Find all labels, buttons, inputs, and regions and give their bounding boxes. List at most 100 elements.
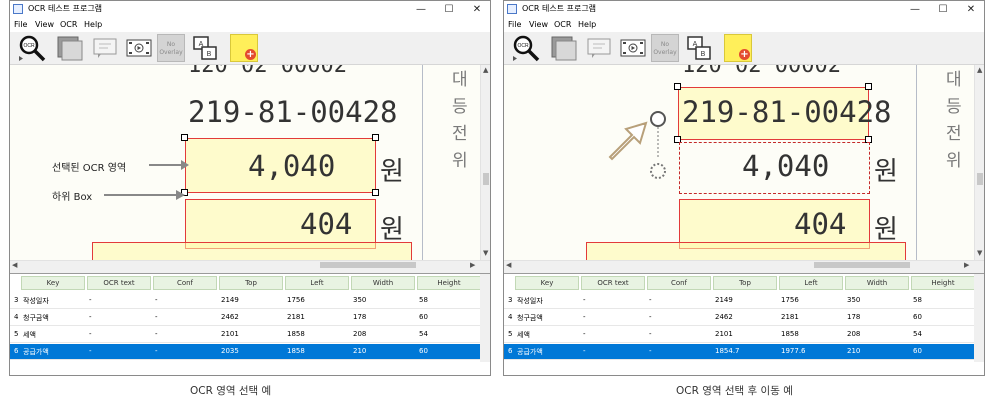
menu-file[interactable]: File — [508, 20, 521, 29]
vertical-scrollbar[interactable]: ▲ ▼ — [480, 65, 490, 269]
cell-key[interactable]: 청구금액 — [517, 313, 543, 323]
horizontal-scrollbar[interactable]: ◀ ▶ — [10, 260, 490, 269]
resize-handle[interactable] — [181, 134, 188, 141]
add-note-icon[interactable]: + — [230, 34, 258, 62]
menu-file[interactable]: File — [14, 20, 27, 29]
cell-left[interactable]: 1756 — [781, 296, 799, 304]
scroll-thumb[interactable] — [320, 262, 416, 268]
column-header-ocr-text[interactable]: OCR text — [581, 276, 645, 290]
cell-top[interactable]: 2462 — [715, 313, 733, 321]
scroll-left-icon[interactable]: ◀ — [506, 261, 511, 269]
vertical-scrollbar[interactable]: ▲ ▼ — [974, 65, 984, 269]
table-row[interactable]: 3 작성일자 - - 2149 1756 350 58 — [10, 293, 490, 309]
cell-key[interactable]: 세액 — [517, 330, 530, 340]
resize-handle[interactable] — [372, 189, 379, 196]
table-row[interactable]: 3 작성일자 - - 2149 1756 350 58 — [504, 293, 984, 309]
column-header-height[interactable]: Height — [417, 276, 481, 290]
scroll-right-icon[interactable]: ▶ — [964, 261, 969, 269]
column-header-top[interactable]: Top — [713, 276, 777, 290]
cell-conf[interactable]: - — [649, 296, 652, 304]
column-header-conf[interactable]: Conf — [647, 276, 711, 290]
scroll-thumb[interactable] — [483, 173, 489, 185]
column-header-height[interactable]: Height — [911, 276, 975, 290]
cell-left[interactable]: 1858 — [287, 330, 305, 338]
cell-conf[interactable]: - — [155, 347, 158, 355]
cell-top[interactable]: 2149 — [715, 296, 733, 304]
document-image-view[interactable]: 120 02 00002 219-81-00428 대 등 전 위 4,040 … — [10, 65, 490, 269]
cell-height[interactable]: 60 — [419, 347, 428, 355]
cell-top[interactable]: 1854.7 — [715, 347, 740, 355]
cell-ocr-text[interactable]: - — [89, 330, 92, 338]
cell-width[interactable]: 178 — [847, 313, 860, 321]
cell-width[interactable]: 210 — [847, 347, 860, 355]
cell-conf[interactable]: - — [155, 296, 158, 304]
menu-ocr[interactable]: OCR — [554, 20, 571, 29]
cell-ocr-text[interactable]: - — [583, 296, 586, 304]
compare-icon[interactable]: A B — [685, 34, 713, 62]
cell-ocr-text[interactable]: - — [583, 347, 586, 355]
cell-width[interactable]: 208 — [847, 330, 860, 338]
cell-height[interactable]: 60 — [913, 313, 922, 321]
menu-view[interactable]: View — [35, 20, 54, 29]
cell-key[interactable]: 작성일자 — [23, 296, 49, 306]
scroll-thumb[interactable] — [814, 262, 910, 268]
cell-key[interactable]: 공급가액 — [23, 347, 49, 357]
cell-height[interactable]: 58 — [419, 296, 428, 304]
region-select-icon[interactable] — [56, 34, 84, 62]
cell-left[interactable]: 2181 — [781, 313, 799, 321]
cell-ocr-text[interactable]: - — [89, 313, 92, 321]
table-row[interactable]: 4 청구금액 - - 2462 2181 178 60 — [504, 310, 984, 326]
add-note-icon[interactable]: + — [724, 34, 752, 62]
cell-width[interactable]: 350 — [847, 296, 860, 304]
menu-help[interactable]: Help — [84, 20, 102, 29]
close-button[interactable]: ✕ — [463, 1, 490, 19]
cell-left[interactable]: 1977.6 — [781, 347, 806, 355]
cell-conf[interactable]: - — [649, 330, 652, 338]
cell-width[interactable]: 350 — [353, 296, 366, 304]
cell-conf[interactable]: - — [649, 313, 652, 321]
column-header-key[interactable]: Key — [515, 276, 579, 290]
cell-top[interactable]: 2101 — [221, 330, 239, 338]
cell-top[interactable]: 2101 — [715, 330, 733, 338]
cell-left[interactable]: 2181 — [287, 313, 305, 321]
cell-conf[interactable]: - — [649, 347, 652, 355]
minimize-button[interactable]: — — [407, 1, 435, 19]
scroll-up-icon[interactable]: ▲ — [483, 66, 488, 74]
scroll-thumb[interactable] — [977, 173, 983, 185]
no-overlay-icon[interactable]: No Overlay — [651, 34, 679, 62]
table-row-selected[interactable]: 6 공급가액 - - 1854.7 1977.6 210 60 — [504, 344, 984, 360]
scroll-down-icon[interactable]: ▼ — [977, 249, 982, 257]
column-header-left[interactable]: Left — [779, 276, 843, 290]
cell-left[interactable]: 1858 — [287, 347, 305, 355]
cell-key[interactable]: 청구금액 — [23, 313, 49, 323]
no-overlay-icon[interactable]: No Overlay — [157, 34, 185, 62]
column-header-width[interactable]: Width — [845, 276, 909, 290]
cell-height[interactable]: 60 — [419, 313, 428, 321]
cell-width[interactable]: 178 — [353, 313, 366, 321]
table-row[interactable]: 4 청구금액 - - 2462 2181 178 60 — [10, 310, 490, 326]
resize-handle[interactable] — [372, 134, 379, 141]
column-header-top[interactable]: Top — [219, 276, 283, 290]
cell-height[interactable]: 54 — [419, 330, 428, 338]
minimize-button[interactable]: — — [901, 1, 929, 19]
table-row[interactable]: 5 세액 - - 2101 1858 208 54 — [504, 327, 984, 343]
scroll-right-icon[interactable]: ▶ — [470, 261, 475, 269]
cell-left[interactable]: 1858 — [781, 330, 799, 338]
ocr-search-icon[interactable]: OCR — [512, 34, 540, 62]
text-view-icon[interactable] — [586, 34, 614, 62]
cell-ocr-text[interactable]: - — [583, 313, 586, 321]
cell-width[interactable]: 208 — [353, 330, 366, 338]
table-row[interactable]: 5 세액 - - 2101 1858 208 54 — [10, 327, 490, 343]
column-header-ocr-text[interactable]: OCR text — [87, 276, 151, 290]
cell-width[interactable]: 210 — [353, 347, 366, 355]
column-header-key[interactable]: Key — [21, 276, 85, 290]
cell-ocr-text[interactable]: - — [583, 330, 586, 338]
video-icon[interactable] — [619, 34, 647, 62]
scroll-up-icon[interactable]: ▲ — [977, 66, 982, 74]
cell-conf[interactable]: - — [155, 313, 158, 321]
horizontal-scrollbar[interactable]: ◀ ▶ — [504, 260, 984, 269]
cell-left[interactable]: 1756 — [287, 296, 305, 304]
cell-height[interactable]: 58 — [913, 296, 922, 304]
cell-top[interactable]: 2035 — [221, 347, 239, 355]
cell-ocr-text[interactable]: - — [89, 296, 92, 304]
